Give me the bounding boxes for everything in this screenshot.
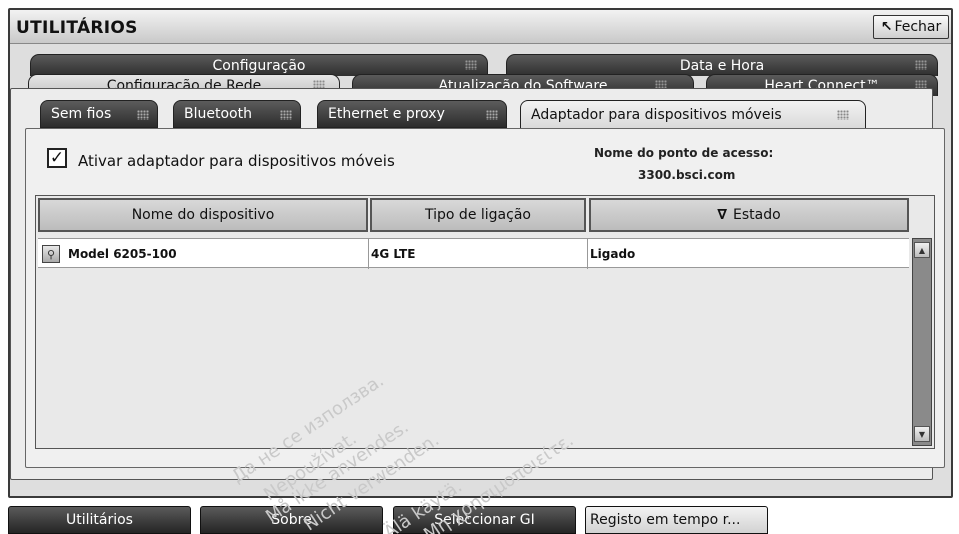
subtab-label: Sem fios: [51, 106, 112, 122]
access-point-label: Nome do ponto de acesso:: [594, 146, 774, 160]
subtab-label: Ethernet e proxy: [328, 106, 445, 122]
enable-adapter-label: Ativar adaptador para dispositivos móvei…: [78, 152, 395, 170]
column-header-label: Estado: [733, 207, 781, 223]
enable-adapter-checkbox[interactable]: ✓: [47, 148, 67, 168]
connection-type-cell: 4G LTE: [368, 239, 587, 269]
subtab-sem-fios[interactable]: Sem fios: [40, 100, 158, 128]
device-name-cell: ⚲ Model 6205-100: [42, 239, 368, 269]
grip-icon: [837, 110, 849, 120]
sort-indicator-icon: ∇: [717, 207, 728, 223]
tab-label: Configuração: [212, 57, 306, 74]
device-icon[interactable]: ⚲: [42, 245, 60, 263]
devices-table: Nome do dispositivo Tipo de ligação ∇ Es…: [35, 195, 935, 449]
column-header-tipo-de-ligacao[interactable]: Tipo de ligação: [370, 198, 586, 232]
column-header-nome-do-dispositivo[interactable]: Nome do dispositivo: [38, 198, 368, 232]
grip-icon: [280, 110, 292, 120]
tab-data-e-hora[interactable]: Data e Hora: [506, 54, 938, 76]
table-row[interactable]: ⚲ Model 6205-100 4G LTE Ligado: [38, 238, 909, 269]
subtab-label: Adaptador para dispositivos móveis: [531, 106, 782, 123]
status-cell: Ligado: [587, 239, 909, 269]
subtab-ethernet-e-proxy[interactable]: Ethernet e proxy: [317, 100, 507, 128]
grip-icon: [486, 110, 498, 120]
grip-icon: [137, 110, 149, 120]
bottom-button-sobre[interactable]: Sobre: [200, 506, 383, 534]
tab-configuracao[interactable]: Configuração: [30, 54, 488, 76]
bottom-button-utilitarios[interactable]: Utilitários: [8, 506, 191, 534]
checkmark-icon: ✓: [49, 147, 65, 168]
close-button-label: Fechar: [894, 19, 942, 35]
arrow-up-left-icon: ↖: [880, 19, 893, 35]
scroll-down-icon[interactable]: ▼: [914, 426, 930, 442]
window-title: UTILITÁRIOS: [16, 18, 138, 38]
subtab-bluetooth[interactable]: Bluetooth: [173, 100, 301, 128]
title-bar: UTILITÁRIOS ↖ Fechar: [10, 10, 951, 44]
vertical-scrollbar[interactable]: ▲ ▼: [912, 238, 932, 446]
close-button[interactable]: ↖ Fechar: [873, 15, 949, 39]
bottom-button-seleccionar-gi[interactable]: Seleccionar GI: [393, 506, 576, 534]
device-name: Model 6205-100: [68, 247, 177, 261]
access-point-value: 3300.bsci.com: [638, 168, 736, 182]
column-header-label: Tipo de ligação: [425, 207, 531, 223]
subtab-adaptador-dispositivos-moveis[interactable]: Adaptador para dispositivos móveis: [520, 100, 866, 129]
column-header-estado[interactable]: ∇ Estado: [589, 198, 909, 232]
grip-icon: [915, 60, 927, 70]
subtab-label: Bluetooth: [184, 106, 252, 122]
scroll-up-icon[interactable]: ▲: [914, 242, 930, 258]
column-header-label: Nome do dispositivo: [131, 207, 275, 223]
tab-label: Data e Hora: [679, 57, 765, 74]
bottom-button-registo-em-tempo-real[interactable]: Registo em tempo r...: [585, 506, 768, 534]
grip-icon: [465, 60, 477, 70]
